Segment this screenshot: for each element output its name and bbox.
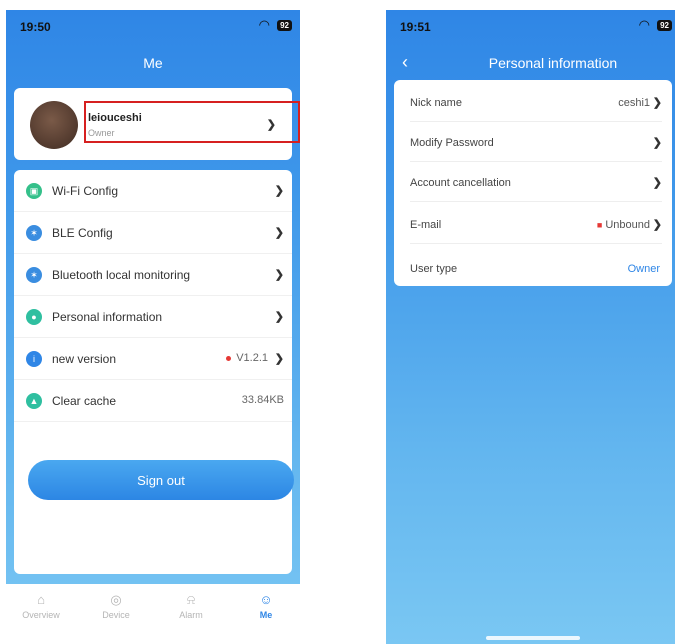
menu-item-ble-config[interactable]: ✶ BLE Config ❯ <box>14 212 292 254</box>
row-modify-password[interactable]: Modify Password ❯ <box>394 122 672 162</box>
bell-icon: ⍾ <box>186 592 196 607</box>
chevron-right-icon: ❯ <box>274 227 284 239</box>
info-icon: i <box>26 351 42 367</box>
person-icon: ● <box>26 309 42 325</box>
username: leiouceshi <box>88 112 142 124</box>
bluetooth-monitor-icon: ✶ <box>26 267 42 283</box>
menu-item-bluetooth-monitoring[interactable]: ✶ Bluetooth local monitoring ❯ <box>14 254 292 296</box>
tab-label: Overview <box>22 610 60 620</box>
user-icon: ☺ <box>259 592 273 607</box>
profile-card[interactable]: leiouceshi Owner ❯ <box>14 88 300 160</box>
status-bar: 19:50 ◠ 92 <box>6 10 300 40</box>
row-user-type: User type Owner <box>394 248 672 288</box>
menu-item-label: Wi-Fi Config <box>52 184 119 198</box>
menu-item-label: Personal information <box>52 310 163 324</box>
settings-menu: ▣ Wi-Fi Config ❯ ✶ BLE Config ❯ ✶ Blueto… <box>14 170 294 574</box>
chevron-right-icon: ❯ <box>274 311 284 323</box>
status-time: 19:51 <box>400 20 431 34</box>
me-screen: 19:50 ◠ 92 Me leiouceshi Owner ❯ ▣ Wi-Fi… <box>6 10 300 644</box>
broom-icon: ▲ <box>26 393 42 409</box>
row-label: Nick name <box>410 97 462 109</box>
chevron-right-icon: ❯ <box>652 97 662 109</box>
tab-alarm[interactable]: ⍾ Alarm <box>161 592 221 620</box>
lock-icon: ■ <box>596 220 603 230</box>
page-title: Me <box>143 55 163 71</box>
row-email[interactable]: E-mail ■ Unbound ❯ <box>394 204 672 244</box>
chevron-right-icon: ❯ <box>274 353 284 365</box>
personal-information-screen: 19:51 ◠ 92 ‹ Personal information Nick n… <box>386 10 675 644</box>
tab-overview[interactable]: ⌂ Overview <box>11 592 71 620</box>
back-arrow-icon[interactable]: ‹ <box>402 53 408 71</box>
email-status: Unbound <box>605 219 650 231</box>
tab-label: Alarm <box>179 610 203 620</box>
status-time: 19:50 <box>20 20 51 34</box>
tab-label: Device <box>102 610 130 620</box>
menu-item-new-version[interactable]: i new version V1.2.1 ❯ <box>14 338 292 380</box>
update-dot <box>226 355 232 361</box>
chevron-right-icon: ❯ <box>652 219 662 231</box>
nick-name-value: ceshi1 <box>618 97 650 109</box>
email-value: ■ Unbound <box>597 219 650 231</box>
chevron-right-icon: ❯ <box>652 177 662 189</box>
row-nick-name[interactable]: Nick name ceshi1 ❯ <box>394 82 672 122</box>
divider <box>410 243 662 244</box>
ble-icon: ✶ <box>26 225 42 241</box>
device-icon: ◎ <box>110 592 122 607</box>
personal-info-card: Nick name ceshi1 ❯ Modify Password ❯ Acc… <box>394 80 672 286</box>
wifi-config-icon: ▣ <box>26 183 42 199</box>
menu-item-clear-cache[interactable]: ▲ Clear cache 33.84KB <box>14 380 292 422</box>
home-indicator <box>486 636 580 640</box>
avatar[interactable] <box>30 101 78 149</box>
chevron-right-icon: ❯ <box>274 269 284 281</box>
sign-out-button[interactable]: Sign out <box>28 460 294 500</box>
row-label: User type <box>410 263 458 275</box>
version-value: V1.2.1 <box>226 352 268 364</box>
cache-size: 33.84KB <box>241 394 284 406</box>
tab-bar: ⌂ Overview ◎ Device ⍾ Alarm ☺ Me <box>6 584 300 644</box>
tab-device[interactable]: ◎ Device <box>86 592 146 620</box>
tab-me[interactable]: ☺ Me <box>236 592 296 620</box>
menu-item-label: Bluetooth local monitoring <box>52 268 191 282</box>
menu-item-wifi-config[interactable]: ▣ Wi-Fi Config ❯ <box>14 170 292 212</box>
menu-item-personal-information[interactable]: ● Personal information ❯ <box>14 296 292 338</box>
menu-item-label: BLE Config <box>52 226 113 240</box>
wifi-status-icon: ◠ <box>638 17 650 32</box>
version-text: V1.2.1 <box>236 352 268 364</box>
status-bar: 19:51 ◠ 92 <box>386 10 675 40</box>
tab-label: Me <box>259 610 273 620</box>
page-title: Personal information <box>488 55 618 71</box>
user-role: Owner <box>88 128 115 138</box>
menu-item-label: new version <box>52 352 117 366</box>
row-label: E-mail <box>410 219 442 231</box>
chevron-right-icon: ❯ <box>274 185 284 197</box>
wifi-status-icon: ◠ <box>258 17 270 32</box>
row-account-cancellation[interactable]: Account cancellation ❯ <box>394 162 672 202</box>
home-icon: ⌂ <box>37 592 45 607</box>
user-type-value: Owner <box>627 263 660 275</box>
battery-icon: 92 <box>277 20 292 31</box>
menu-item-label: Clear cache <box>52 394 117 408</box>
row-label: Account cancellation <box>410 177 511 189</box>
battery-icon: 92 <box>657 20 672 31</box>
chevron-right-icon: ❯ <box>266 119 276 131</box>
row-label: Modify Password <box>410 137 494 149</box>
chevron-right-icon: ❯ <box>652 137 662 149</box>
divider <box>410 201 662 202</box>
